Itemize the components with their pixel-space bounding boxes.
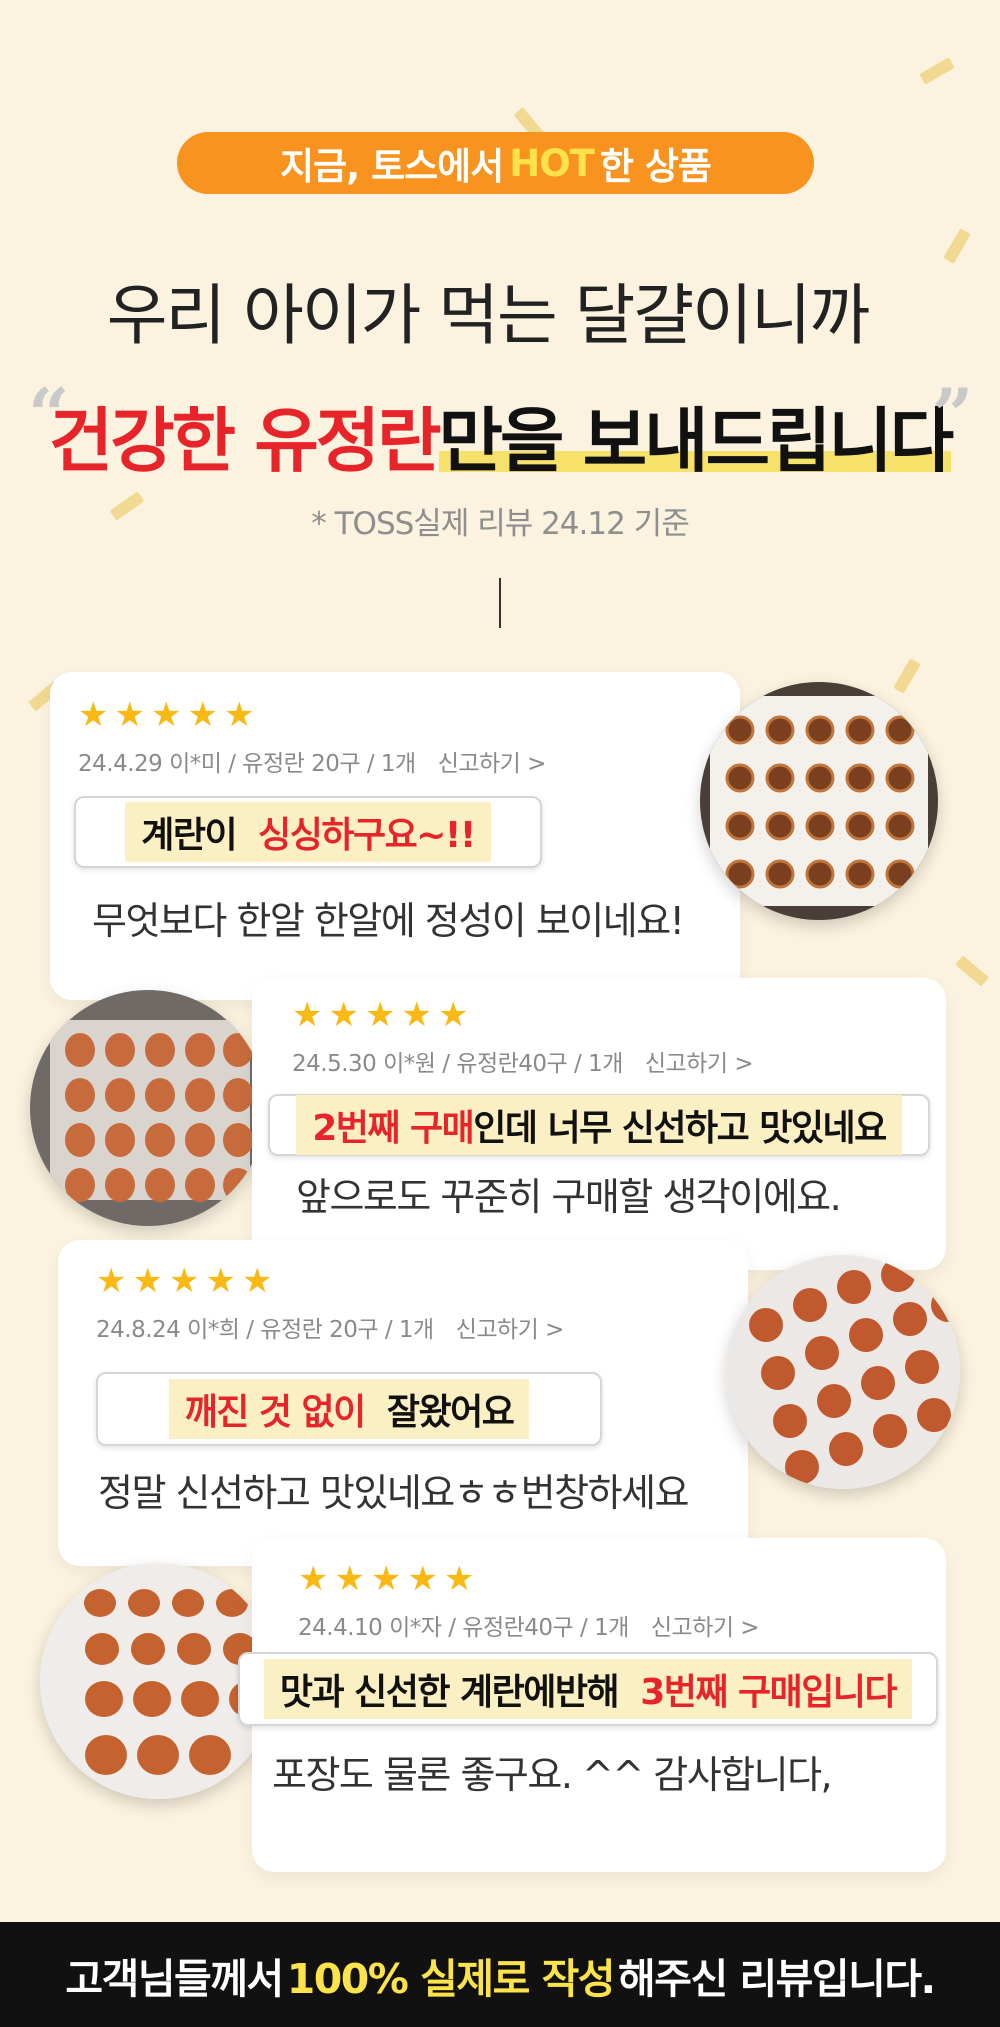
review-meta-info: 24.8.24 이*희 / 유정란 20구 / 1개 <box>96 1317 434 1343</box>
badge-suffix: 한 상품 <box>599 145 712 188</box>
review-card: ★ ★ ★ ★ ★ 24.5.30 이*원 / 유정란40구 / 1개 신고하기 > 2번… <box>252 978 946 1270</box>
badge-prefix: 지금, 토스에서 <box>280 145 504 188</box>
highlight-plain: 잘왔어요 <box>386 1392 515 1433</box>
star-icon: ★ <box>132 1261 163 1301</box>
highlight-red: 3번째 구매입니다 <box>640 1672 897 1713</box>
review-highlight: 맛과 신선한 계란에반해 3번째 구매입니다 <box>263 1659 913 1719</box>
review-meta: 24.4.29 이*미 / 유정란 20구 / 1개 신고하기 > <box>78 744 546 778</box>
star-icon: ★ <box>168 1261 200 1301</box>
highlight-red: 깨진 것 없이 <box>184 1392 367 1433</box>
confetti-decoration <box>919 57 955 85</box>
star-icon: ★ <box>370 1559 402 1599</box>
review-card: ★ ★ ★ ★ ★ 24.4.10 이*자 / 유정란40구 / 1개 신고하기 > 맛과… <box>238 1538 946 1872</box>
review-body: 앞으로도 꾸준히 구매할 생각이에요. <box>296 1175 842 1219</box>
star-icon: ★ <box>437 995 469 1035</box>
review-highlight-box: 계란이 싱싱하구요~!! <box>74 796 542 868</box>
footer-highlight: 100% 실제로 작성 <box>286 1954 616 2003</box>
review-highlight: 깨진 것 없이 잘왔어요 <box>168 1379 530 1439</box>
review-body: 포장도 물론 좋구요. ^^ 감사합니다, <box>272 1753 833 1797</box>
star-icon: ★ <box>334 1559 365 1599</box>
star-icon: ★ <box>401 995 432 1035</box>
highlight-red: 싱싱하구요~!! <box>258 815 476 856</box>
review-card: ★ ★ ★ ★ ★ 24.4.29 이*미 / 유정란 20구 / 1개 신고하기 > 계… <box>50 672 740 1000</box>
highlight-plain: 맛과 신선한 계란에반해 <box>279 1672 620 1713</box>
hot-product-badge: 지금, 토스에서 HOT 한 상품 <box>177 132 814 194</box>
star-icon: ★ <box>298 1559 329 1599</box>
headline-rest-text: 만을 보내드립니다 <box>438 400 954 482</box>
review-meta: 24.5.30 이*원 / 유정란40구 / 1개 신고하기 > <box>292 1044 754 1078</box>
star-rating: ★ ★ ★ ★ ★ <box>78 698 254 732</box>
review-highlight: 계란이 싱싱하구요~!! <box>125 802 491 862</box>
star-icon: ★ <box>292 995 323 1035</box>
star-icon: ★ <box>364 995 396 1035</box>
star-rating: ★ ★ ★ ★ ★ <box>298 1562 474 1596</box>
footer-prefix: 고객님들께서 <box>65 1954 284 2003</box>
review-highlight-box: 깨진 것 없이 잘왔어요 <box>96 1372 602 1446</box>
close-quote: ” <box>932 372 974 457</box>
confetti-decoration <box>893 658 921 694</box>
star-rating: ★ ★ ★ ★ ★ <box>292 998 468 1032</box>
review-meta-info: 24.5.30 이*원 / 유정란40구 / 1개 <box>292 1051 623 1077</box>
review-meta-info: 24.4.29 이*미 / 유정란 20구 / 1개 <box>78 751 416 777</box>
star-rating: ★ ★ ★ ★ ★ <box>96 1264 272 1298</box>
egg-tray-photo-icon <box>726 1255 960 1489</box>
review-highlight: 2번째 구매인데 너무 신선하고 맛있네요 <box>296 1095 902 1155</box>
confetti-decoration <box>943 228 971 264</box>
report-link[interactable]: 신고하기 > <box>651 1615 760 1641</box>
star-icon: ★ <box>223 695 255 735</box>
headline-line2: 건강한 유정란만을 보내드립니다 <box>0 385 1000 486</box>
highlight-red: 2번째 구매 <box>312 1108 475 1149</box>
star-icon: ★ <box>241 1261 273 1301</box>
star-icon: ★ <box>96 1261 127 1301</box>
divider-line <box>499 578 501 628</box>
headline-red-text: 건강한 유정란 <box>48 400 442 482</box>
headline-line1: 우리 아이가 먹는 달걀이니까 <box>106 277 871 354</box>
highlight-plain: 계란이 <box>141 815 237 856</box>
review-meta: 24.8.24 이*희 / 유정란 20구 / 1개 신고하기 > <box>96 1310 564 1344</box>
report-link[interactable]: 신고하기 > <box>456 1317 565 1343</box>
footer-suffix: 해주신 리뷰입니다. <box>618 1954 936 2003</box>
review-meta-info: 24.4.10 이*자 / 유정란40구 / 1개 <box>298 1615 629 1641</box>
review-card: ★ ★ ★ ★ ★ 24.8.24 이*희 / 유정란 20구 / 1개 신고하기 > 깨… <box>58 1240 748 1566</box>
review-body: 정말 신선하고 맛있네요ㅎㅎ번창하세요 <box>98 1471 689 1515</box>
review-meta: 24.4.10 이*자 / 유정란40구 / 1개 신고하기 > <box>298 1608 760 1642</box>
confetti-decoration <box>955 955 989 987</box>
star-icon: ★ <box>78 695 109 735</box>
star-icon: ★ <box>187 695 218 735</box>
report-link[interactable]: 신고하기 > <box>438 751 547 777</box>
highlight-plain: 인데 너무 신선하고 맛있네요 <box>473 1108 887 1149</box>
footer-banner: 고객님들께서 100% 실제로 작성 해주신 리뷰입니다. <box>0 1922 1000 2027</box>
badge-hot: HOT <box>509 141 595 185</box>
review-body: 무엇보다 한알 한알에 정성이 보이네요! <box>92 899 685 943</box>
review-basis-note: * TOSS실제 리뷰 24.12 기준 <box>311 506 689 542</box>
star-icon: ★ <box>443 1559 475 1599</box>
review-highlight-box: 맛과 신선한 계란에반해 3번째 구매입니다 <box>238 1652 938 1726</box>
star-icon: ★ <box>114 695 145 735</box>
review-highlight-box: 2번째 구매인데 너무 신선하고 맛있네요 <box>268 1094 930 1156</box>
star-icon: ★ <box>407 1559 438 1599</box>
star-icon: ★ <box>205 1261 236 1301</box>
egg-tray-photo-icon <box>700 682 938 920</box>
egg-tray-photo-icon <box>30 990 266 1226</box>
star-icon: ★ <box>328 995 359 1035</box>
report-link[interactable]: 신고하기 > <box>645 1051 754 1077</box>
star-icon: ★ <box>150 695 182 735</box>
